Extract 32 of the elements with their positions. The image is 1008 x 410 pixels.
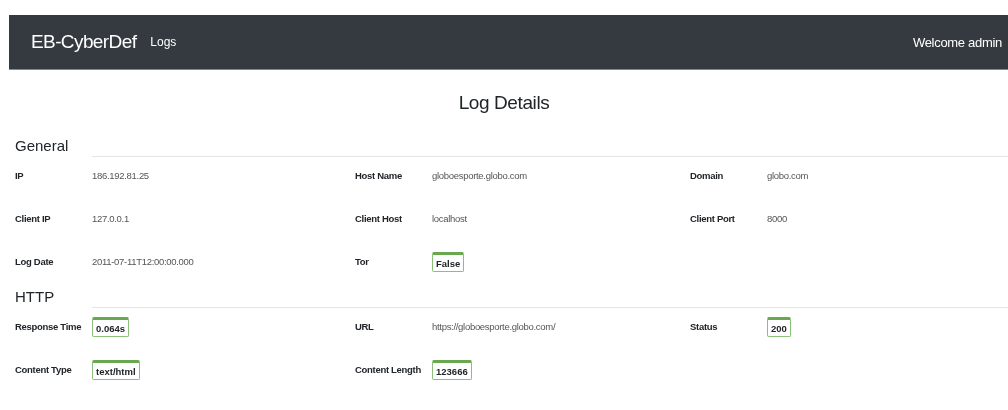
field-label: Domain bbox=[690, 170, 725, 181]
page-title: Log Details bbox=[457, 92, 551, 114]
field-label: Status bbox=[690, 321, 719, 332]
field-label: Host Name bbox=[355, 170, 403, 181]
field-label: Log Date bbox=[15, 256, 55, 267]
field-value: globo.com bbox=[767, 170, 809, 181]
field-value: https://globoesporte.globo.com/ bbox=[432, 321, 556, 332]
welcome-text: Welcome admin bbox=[912, 34, 1003, 50]
field-value: 2011-07-11T12:00:00.000 bbox=[92, 256, 194, 267]
brand-name[interactable]: EB-CyberDef bbox=[31, 31, 137, 53]
section-heading: General bbox=[15, 137, 70, 154]
field-label: URL bbox=[355, 321, 375, 332]
field-label: Content Length bbox=[355, 364, 422, 375]
field-value: 8000 bbox=[767, 213, 787, 224]
value-badge: text/html bbox=[92, 359, 140, 380]
field-label: Tor bbox=[355, 256, 370, 267]
field-label: Content Type bbox=[15, 364, 73, 375]
value-badge: 123666 bbox=[432, 359, 472, 380]
field-value: globoesporte.globo.com bbox=[432, 170, 527, 181]
field-label: Client IP bbox=[15, 213, 52, 224]
section-heading: HTTP bbox=[15, 288, 56, 305]
value-badge: 200 bbox=[767, 316, 791, 337]
field-value: localhost bbox=[432, 213, 467, 224]
value-badge: False bbox=[432, 251, 465, 272]
field-label: IP bbox=[15, 170, 25, 181]
field-label: Client Port bbox=[690, 213, 736, 224]
field-label: Response Time bbox=[15, 321, 83, 332]
field-label: Client Host bbox=[355, 213, 403, 224]
value-badge: 0.064s bbox=[92, 316, 130, 337]
field-value: 127.0.0.1 bbox=[92, 213, 129, 224]
field-value: 186.192.81.25 bbox=[92, 170, 149, 181]
nav-link[interactable]: Logs bbox=[150, 35, 177, 49]
